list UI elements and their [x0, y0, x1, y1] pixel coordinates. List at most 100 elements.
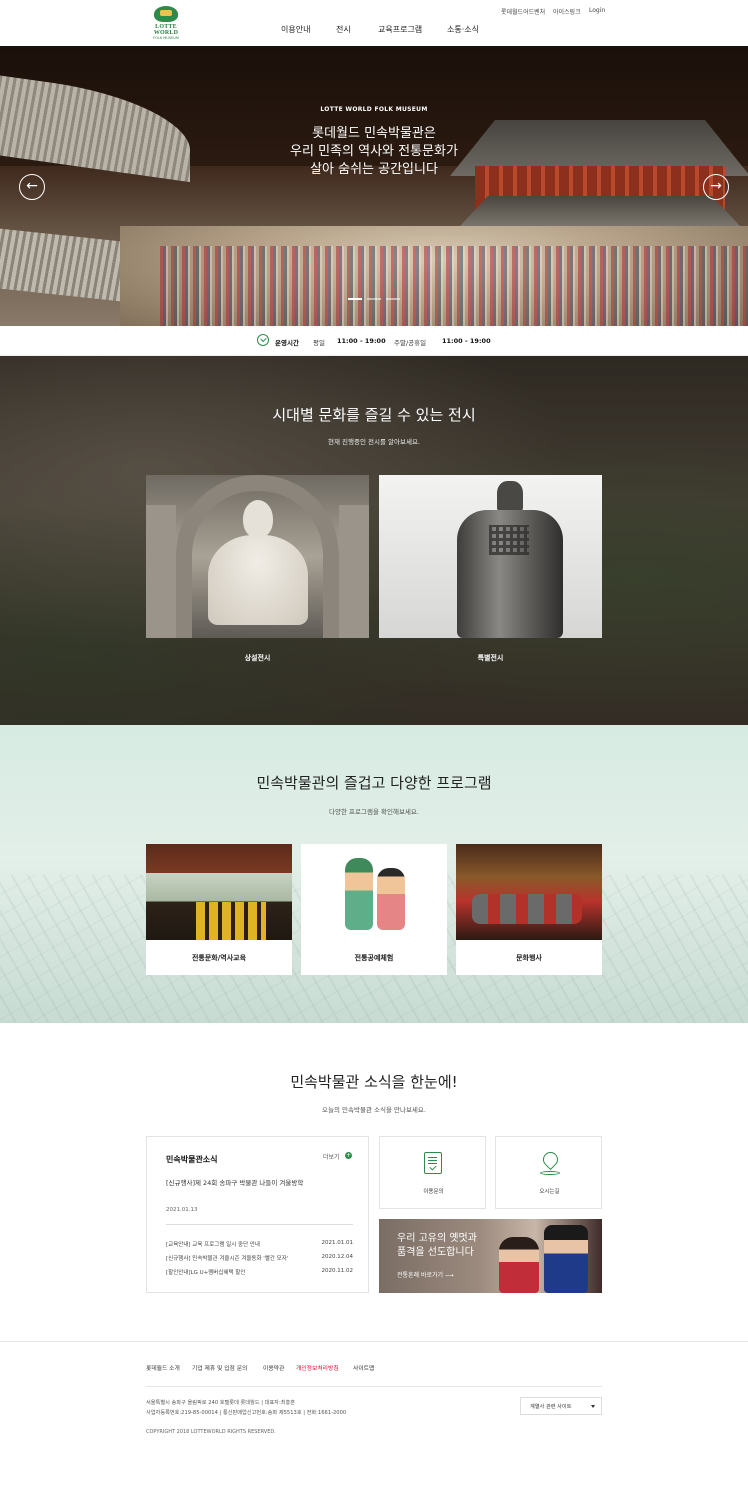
- weekday-time: 11:00 - 19:00: [337, 337, 386, 345]
- card-image-buddha-head: [243, 500, 273, 538]
- card-image-drums: [472, 894, 582, 924]
- util-link-icerink[interactable]: 아이스링크: [553, 7, 581, 16]
- news-list-item[interactable]: [교육안내] 교육 프로그램 일시 중단 안내 2021.01.01: [166, 1240, 353, 1250]
- news-item-title[interactable]: [할인안내]LG U+멤버십혜택 할인: [166, 1268, 245, 1276]
- hero-image-palace-lower-roof: [460, 196, 740, 226]
- program-card-label: 전통문화/역사교육: [191, 954, 247, 962]
- arrow-left-icon: ←: [26, 178, 38, 194]
- footer-copyright: COPYRIGHT 2018 LOTTEWORLD RIGHTS RESERVE…: [146, 1429, 276, 1435]
- hero-tagline: LOTTE WORLD FOLK MUSEUM: [320, 106, 428, 113]
- banner-text-line: 우리 고유의 옛멋과: [397, 1233, 477, 1244]
- main-nav: 이용안내 전시 교육프로그램 소통·소식: [0, 24, 748, 38]
- exhibition-subtitle: 현재 진행중인 전시를 알아보세요.: [328, 438, 420, 446]
- news-item-date: 2021.01.01: [321, 1240, 354, 1246]
- family-site-select[interactable]: 계열사 관련 사이트: [520, 1397, 602, 1415]
- location-pin-icon: [540, 1152, 560, 1175]
- footer-divider: [146, 1386, 602, 1387]
- news-title: 민속박물관 소식을 한눈에!: [290, 1073, 458, 1091]
- exhibition-card-label[interactable]: 특별전시: [379, 653, 602, 663]
- program-card-image: [301, 844, 447, 940]
- footer-link-partnership[interactable]: 기업 제휴 및 입점 문의: [192, 1363, 247, 1372]
- footer-link-privacy[interactable]: 개인정보처리방침: [296, 1363, 339, 1372]
- exhibition-title: 시대별 문화를 즐길 수 있는 전시: [272, 406, 476, 424]
- news-item-title[interactable]: [신규행사] 민속박물관 겨울시즌 겨울동화 '빨간 모자': [166, 1254, 288, 1262]
- slider-dot[interactable]: [386, 298, 400, 300]
- footer-link-terms[interactable]: 이용약관: [263, 1363, 284, 1372]
- arrow-right-icon: →: [710, 178, 722, 194]
- exhibition-section: 시대별 문화를 즐길 수 있는 전시 현재 진행중인 전시를 알아보세요. 상설…: [0, 356, 748, 725]
- news-list-item[interactable]: [신규행사] 민속박물관 겨울시즌 겨울동화 '빨간 모자' 2020.12.0…: [166, 1254, 353, 1264]
- banner-text: 우리 고유의 옛멋과 품격을 선도합니다: [397, 1232, 477, 1260]
- slider-dot[interactable]: [367, 298, 381, 300]
- card-image-children: [196, 902, 266, 940]
- nav-item-guide[interactable]: 이용안내: [281, 24, 310, 35]
- weekend-time: 11:00 - 19:00: [442, 337, 491, 345]
- card-image-pillar: [339, 505, 369, 638]
- news-item-date: 2020.12.04: [321, 1254, 354, 1260]
- more-link[interactable]: 더보기: [323, 1152, 340, 1161]
- quick-link-label: 오시는길: [539, 1189, 560, 1195]
- footer-link-about[interactable]: 롯데월드 소개: [146, 1363, 180, 1372]
- document-check-icon: [424, 1152, 442, 1174]
- program-card-label: 전통공예체험: [354, 954, 394, 962]
- header: LOTTE WORLD FOLK MUSEUM 롯데월드어드벤처 아이스링크 L…: [0, 0, 748, 46]
- util-link-login[interactable]: Login: [589, 7, 605, 14]
- hero-image-crowd: [160, 246, 748, 326]
- footer-link-sitemap[interactable]: 사이트맵: [353, 1363, 374, 1372]
- footer-links: 롯데월드 소개 기업 제휴 및 입점 문의 이용약관 개인정보처리방침 사이트맵: [146, 1363, 606, 1373]
- card-image-doll: [345, 858, 373, 930]
- quick-link-label: 이용문의: [423, 1189, 444, 1195]
- card-image-bell-pattern: [489, 525, 529, 555]
- news-board: 민속박물관소식 더보기 + [신규행사]제 24회 송파구 박물관 나들이 겨울…: [146, 1136, 369, 1293]
- exhibition-card-label[interactable]: 상설전시: [146, 653, 369, 663]
- hero-title-line: 살아 숨쉬는 공간입니다: [310, 162, 438, 177]
- hero-title: 롯데월드 민속박물관은 우리 민족의 역사와 전통문화가 살아 숨쉬는 공간입니…: [0, 125, 748, 179]
- program-card-label: 문화행사: [516, 954, 542, 962]
- hero-title-line: 롯데월드 민속박물관은: [312, 126, 436, 141]
- slider-dot[interactable]: [348, 298, 362, 300]
- program-card-craft[interactable]: 전통공예체험: [301, 844, 447, 975]
- card-image-pillar: [146, 505, 176, 638]
- program-card-event[interactable]: 문화행사: [456, 844, 602, 975]
- util-link-adventure[interactable]: 롯데월드어드벤처: [501, 7, 545, 16]
- caret-down-icon: [591, 1405, 595, 1408]
- quick-link-inquiry[interactable]: 이용문의: [379, 1136, 486, 1209]
- footer-business-info: 사업자등록번호:219-85-00014 | 통신판매업신고번호:송파 제551…: [146, 1410, 347, 1416]
- slider-prev-button[interactable]: ←: [19, 174, 45, 200]
- plus-icon[interactable]: +: [345, 1152, 352, 1159]
- quick-link-directions[interactable]: 오시는길: [495, 1136, 602, 1209]
- clock-icon: [257, 334, 269, 346]
- operating-hours-bar: 운영시간 평일 11:00 - 19:00 주말/공휴일 11:00 - 19:…: [0, 326, 748, 356]
- card-image-buddha: [208, 535, 308, 625]
- footer-address: 서울특별시 송파구 올림픽로 240 호텔롯데 롯데월드 | 대표자:최홍훈: [146, 1400, 296, 1406]
- nav-item-news[interactable]: 소통·소식: [447, 24, 479, 35]
- card-image-doll: [377, 868, 405, 930]
- banner-image-bride: [499, 1237, 539, 1293]
- family-site-label: 계열사 관련 사이트: [530, 1404, 572, 1410]
- weekend-label: 주말/공휴일: [394, 339, 427, 347]
- featured-news-title[interactable]: [신규행사]제 24회 송파구 박물관 나들이 겨울방학: [166, 1177, 303, 1187]
- footer: 롯데월드 소개 기업 제휴 및 입점 문의 이용약관 개인정보처리방침 사이트맵…: [0, 1341, 748, 1492]
- hero-title-line: 우리 민족의 역사와 전통문화가: [290, 144, 458, 159]
- banner-cta-link[interactable]: 전통혼례 바로가기 ⟶: [397, 1270, 454, 1279]
- hours-label: 운영시간: [275, 339, 299, 347]
- banner-text-line: 품격을 선도합니다: [397, 1247, 474, 1258]
- card-image-bell-handle: [497, 481, 523, 511]
- nav-item-education[interactable]: 교육프로그램: [378, 24, 422, 35]
- hero-slider: LOTTE WORLD FOLK MUSEUM 롯데월드 민속박물관은 우리 민…: [0, 46, 748, 326]
- program-card-education[interactable]: 전통문화/역사교육: [146, 844, 292, 975]
- news-item-title[interactable]: [교육안내] 교육 프로그램 일시 중단 안내: [166, 1240, 260, 1248]
- divider: [166, 1224, 353, 1225]
- slider-next-button[interactable]: →: [703, 174, 729, 200]
- news-list-item[interactable]: [할인안내]LG U+멤버십혜택 할인 2020.11.02: [166, 1268, 353, 1278]
- exhibition-card-permanent[interactable]: [146, 475, 369, 638]
- featured-news-date: 2021.01.13: [166, 1207, 198, 1213]
- wedding-banner[interactable]: 우리 고유의 옛멋과 품격을 선도합니다 전통혼례 바로가기 ⟶: [379, 1219, 602, 1293]
- news-section: 민속박물관 소식을 한눈에! 오늘의 민속박물관 소식을 만나보세요. 민속박물…: [0, 1023, 748, 1341]
- nav-item-exhibition[interactable]: 전시: [336, 24, 351, 35]
- news-item-date: 2020.11.02: [321, 1268, 354, 1274]
- program-card-image: [456, 844, 602, 940]
- programs-title: 민속박물관의 즐겁고 다양한 프로그램: [256, 774, 492, 792]
- slider-pagination: [348, 298, 400, 302]
- exhibition-card-special[interactable]: [379, 475, 602, 638]
